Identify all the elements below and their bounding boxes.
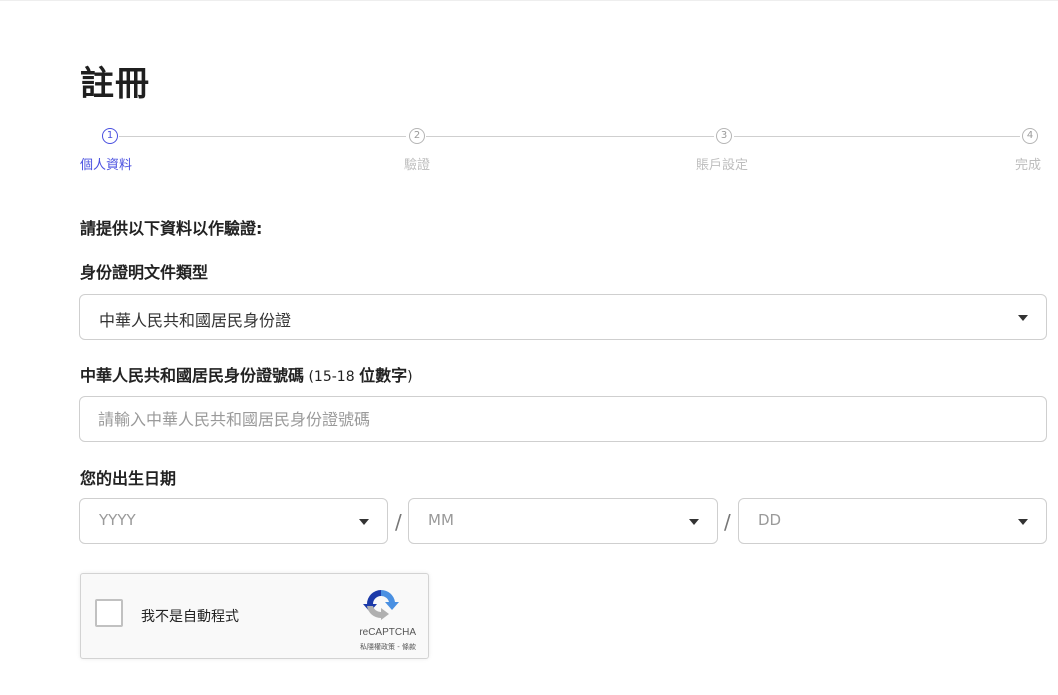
id-number-label-close: ) [407,369,413,385]
recaptcha-terms-link[interactable]: 私隱權政策 - 條款 [360,642,416,652]
date-separator: / [724,510,731,534]
progress-stepper: 1 2 3 4 個人資料 驗證 賬戶設定 完成 [80,128,1058,173]
dob-label: 您的出生日期 [80,469,177,488]
step-connector [734,136,1020,137]
page-title: 註冊 [80,64,150,104]
id-number-label-main: 中華人民共和國居民身份證號碼 [80,366,305,385]
id-type-selected-value: 中華人民共和國居民身份證 [99,311,292,330]
dob-year-placeholder: YYYY [99,511,136,529]
id-number-label: 中華人民共和國居民身份證號碼 (15-18 位數字) [80,362,413,386]
dob-month-placeholder: MM [428,511,454,529]
step-3-indicator: 3 [716,128,732,144]
step-3-label: 賬戶設定 [696,158,749,173]
date-separator: / [395,510,402,534]
id-number-label-digits: 位數字 [359,366,408,385]
recaptcha-logo-icon [363,589,399,620]
step-connector [119,136,406,137]
dob-year-select[interactable]: YYYY [79,498,388,544]
dob-day-placeholder: DD [758,511,782,529]
recaptcha-widget: 我不是自動程式 reCAPTCHA 私隱權政策 - 條款 [80,573,429,659]
recaptcha-brand: reCAPTCHA [359,627,416,638]
dob-month-select[interactable]: MM [408,498,718,544]
step-4-label: 完成 [1015,158,1042,173]
top-divider [0,0,1058,1]
id-number-input[interactable] [79,396,1047,442]
recaptcha-label: 我不是自動程式 [141,609,239,625]
step-4-indicator: 4 [1022,128,1038,144]
chevron-down-icon [1018,519,1028,525]
step-2-label: 驗證 [404,158,431,173]
recaptcha-checkbox[interactable] [95,599,123,627]
chevron-down-icon [359,519,369,525]
dob-day-select[interactable]: DD [738,498,1047,544]
form-intro: 請提供以下資料以作驗證: [80,219,263,238]
step-2-indicator: 2 [409,128,425,144]
step-1-indicator: 1 [102,128,118,144]
id-type-label: 身份證明文件類型 [80,263,209,282]
chevron-down-icon [689,519,699,525]
step-1-label: 個人資料 [80,158,133,173]
chevron-down-icon [1018,315,1028,321]
step-connector [426,136,714,137]
id-type-select[interactable]: 中華人民共和國居民身份證 [79,294,1047,340]
id-number-label-range: (15-18 [304,369,360,385]
